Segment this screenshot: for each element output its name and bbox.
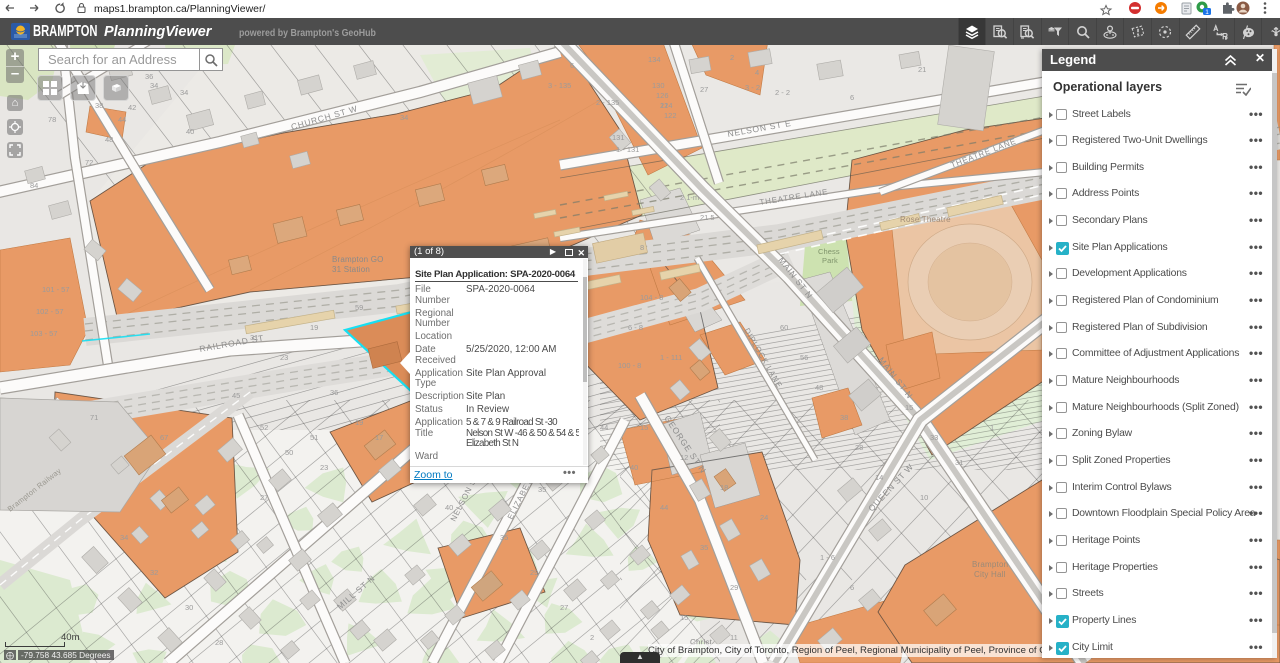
svg-text:Park: Park [822,256,838,265]
svg-text:27: 27 [700,85,708,94]
svg-text:31: 31 [250,333,258,342]
svg-text:35: 35 [700,543,708,552]
svg-text:59: 59 [355,303,363,312]
svg-text:27: 27 [260,493,268,502]
svg-text:40: 40 [186,127,194,136]
svg-text:14: 14 [875,473,883,482]
svg-text:45: 45 [232,391,240,400]
svg-text:100 - 8: 100 - 8 [618,361,641,370]
svg-text:23: 23 [280,353,288,362]
svg-text:44: 44 [118,115,126,124]
svg-text:1 - 6: 1 - 6 [820,553,835,562]
svg-text:21: 21 [918,65,926,74]
svg-text:15: 15 [640,423,648,432]
svg-text:8: 8 [640,243,644,252]
svg-text:44: 44 [600,423,608,432]
svg-text:17: 17 [375,433,383,442]
svg-text:15: 15 [905,403,913,412]
svg-text:24: 24 [760,513,768,522]
svg-text:City Hall: City Hall [974,570,1006,579]
svg-text:Rose Theatre: Rose Theatre [900,215,951,224]
svg-text:36: 36 [330,388,338,397]
svg-text:126: 126 [656,91,669,100]
svg-text:35: 35 [538,485,546,494]
svg-text:48: 48 [105,135,113,144]
svg-text:3 - 2: 3 - 2 [745,83,760,92]
svg-text:2 - 135: 2 - 135 [596,98,619,107]
svg-text:2: 2 [730,53,734,62]
svg-text:1: 1 [1205,9,1209,16]
svg-text:11: 11 [730,633,738,642]
svg-text:18: 18 [720,483,728,492]
svg-text:102 - 57: 102 - 57 [36,307,64,316]
svg-text:44: 44 [660,503,668,512]
svg-text:60: 60 [780,323,788,332]
svg-text:6: 6 [570,61,574,70]
svg-text:12: 12 [680,453,688,462]
svg-text:28: 28 [855,443,863,452]
svg-text:72: 72 [85,158,93,167]
svg-text:2 1-m: 2 1-m [680,193,699,202]
svg-text:15: 15 [680,613,688,622]
svg-text:6: 6 [850,583,854,592]
svg-text:29: 29 [530,568,538,577]
svg-text:6 - 8: 6 - 8 [628,323,643,332]
svg-text:131: 131 [612,133,625,142]
svg-text:104 - 8: 104 - 8 [640,293,663,302]
svg-text:50: 50 [285,448,293,457]
svg-text:122: 122 [664,111,677,120]
svg-text:78: 78 [48,115,56,124]
svg-text:42: 42 [128,103,136,112]
svg-text:29: 29 [730,583,738,592]
svg-text:34: 34 [150,81,158,90]
svg-text:Chess: Chess [818,247,840,256]
svg-text:31 Station: 31 Station [332,265,370,274]
svg-text:23: 23 [320,463,328,472]
svg-text:34: 34 [400,113,408,122]
svg-text:3 - 135: 3 - 135 [548,81,571,90]
svg-text:101 - 57: 101 - 57 [42,285,70,294]
svg-text:124: 124 [660,101,673,110]
svg-text:48: 48 [815,383,823,392]
svg-text:134: 134 [648,55,661,64]
svg-text:19: 19 [355,418,363,427]
svg-text:40: 40 [445,503,453,512]
svg-text:84: 84 [30,181,38,190]
svg-text:27: 27 [560,603,568,612]
svg-text:31: 31 [955,458,963,467]
svg-text:28: 28 [215,638,223,647]
svg-text:34: 34 [180,88,188,97]
svg-text:19: 19 [310,323,318,332]
svg-text:56: 56 [800,353,808,362]
svg-text:38: 38 [840,413,848,422]
svg-text:71: 71 [90,413,98,422]
svg-text:130: 130 [652,81,665,90]
svg-text:34: 34 [120,533,128,542]
svg-text:10: 10 [920,493,928,502]
svg-text:51: 51 [310,433,318,442]
svg-text:6: 6 [850,93,854,102]
svg-text:Brampton: Brampton [972,560,1008,569]
svg-text:35: 35 [500,533,508,542]
svg-text:2: 2 [590,633,594,642]
svg-text:4: 4 [755,68,759,77]
svg-text:21 5: 21 5 [700,213,715,222]
svg-text:32: 32 [150,568,158,577]
svg-text:1 - 111: 1 - 111 [660,353,682,362]
svg-text:1 - 131: 1 - 131 [616,145,639,154]
svg-text:1: 1 [990,423,994,432]
svg-text:38: 38 [95,101,103,110]
svg-text:103 - 57: 103 - 57 [30,329,58,338]
svg-text:67: 67 [160,433,168,442]
svg-text:Brampton GO: Brampton GO [332,255,384,264]
svg-text:52: 52 [260,423,268,432]
svg-text:2 - 2: 2 - 2 [775,88,790,97]
svg-text:33: 33 [930,433,938,442]
svg-text:36: 36 [145,72,153,81]
svg-text:30: 30 [185,603,193,612]
svg-text:40: 40 [630,463,638,472]
